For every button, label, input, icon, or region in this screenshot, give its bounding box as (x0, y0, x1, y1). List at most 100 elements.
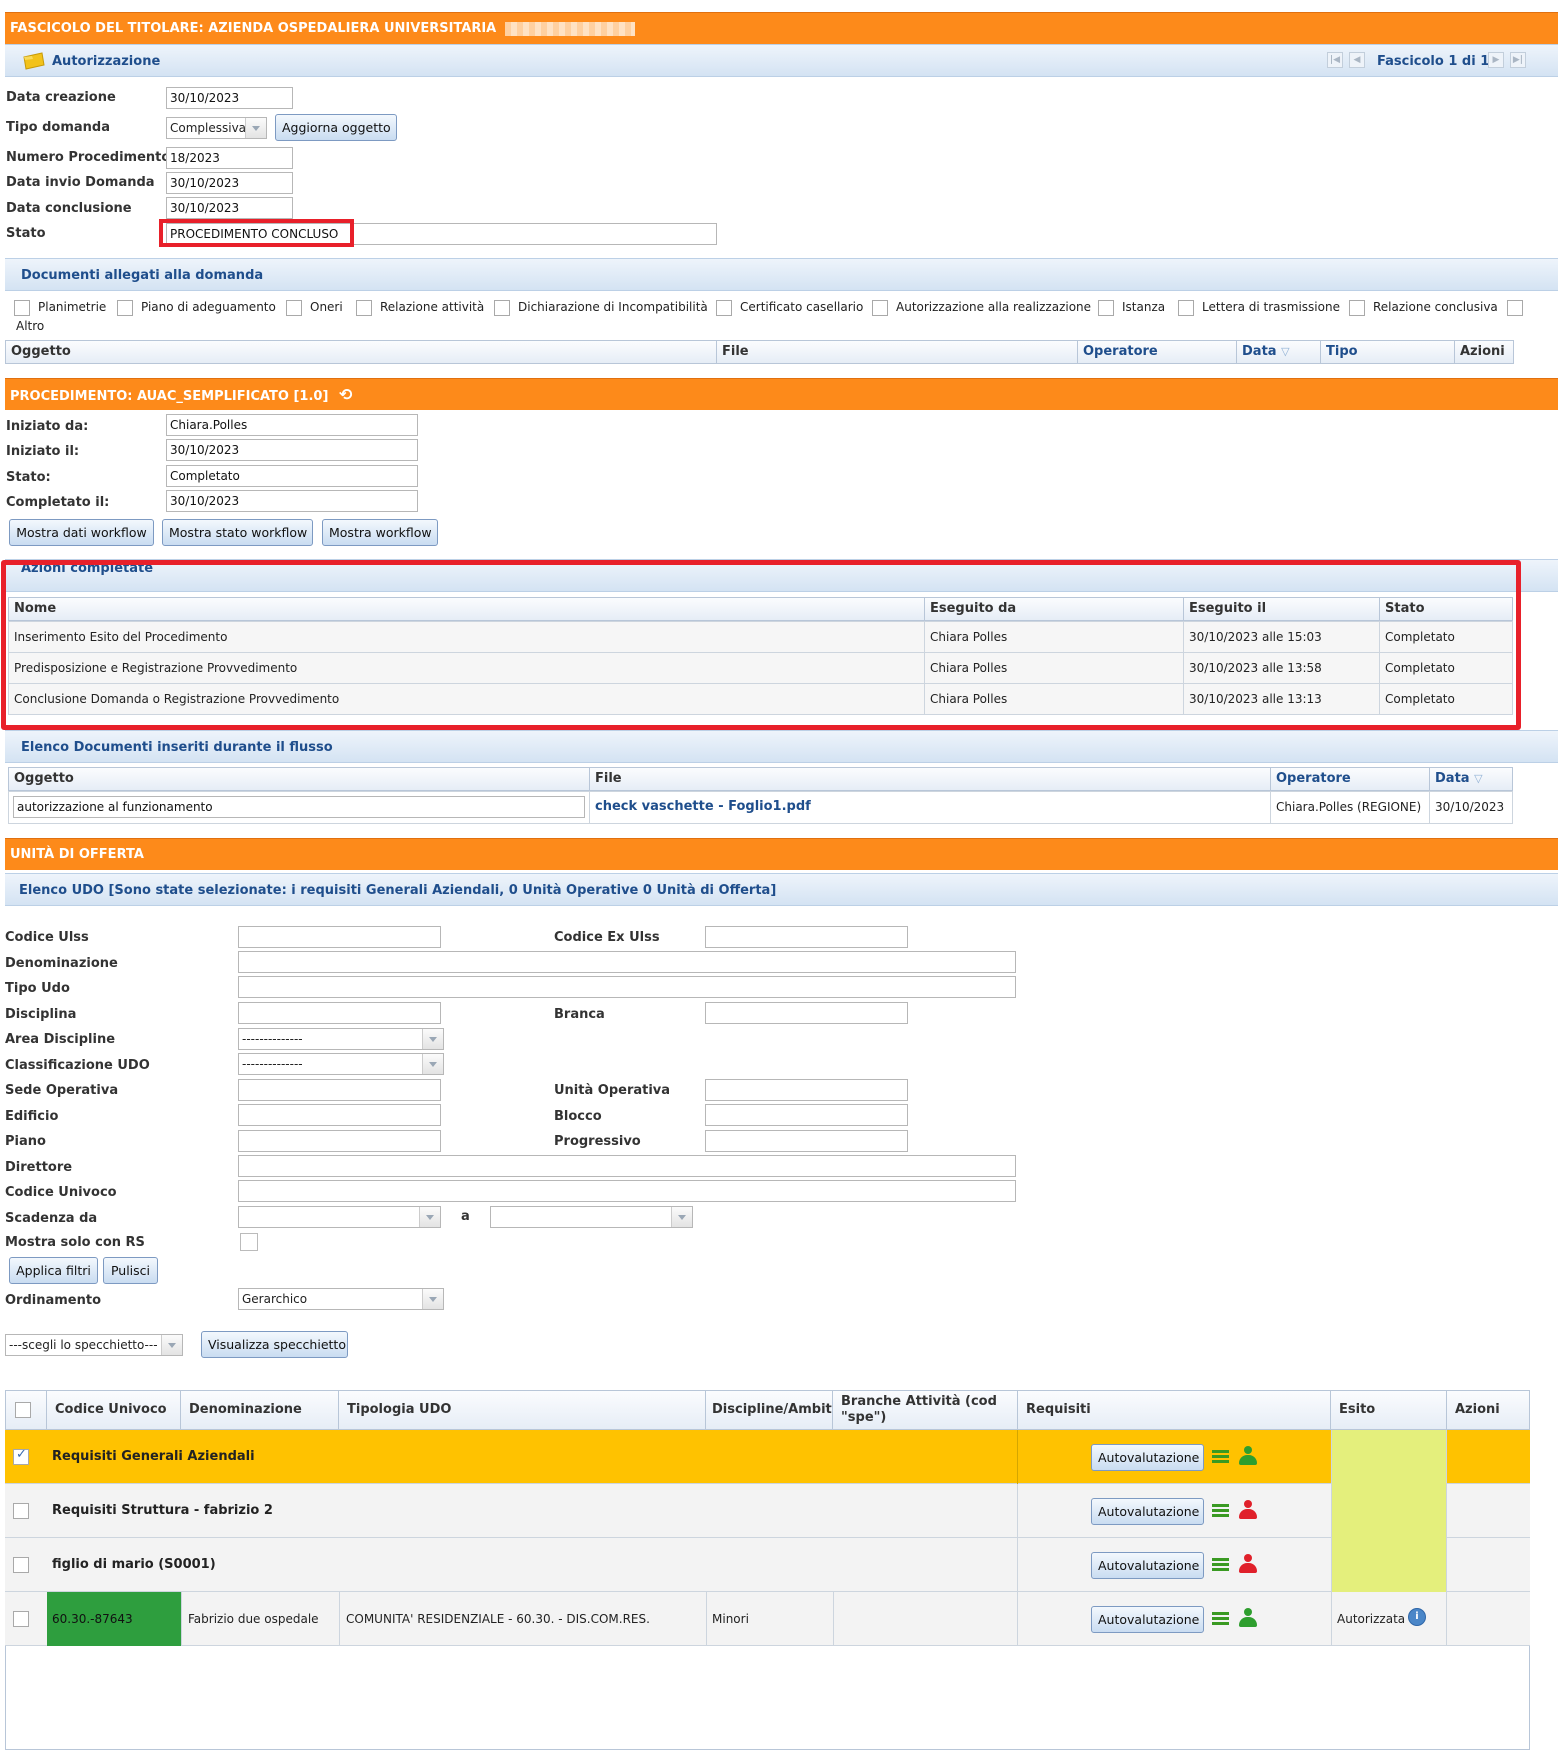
area-discipline-select[interactable]: -------------- (238, 1028, 444, 1050)
checkbox-lettera[interactable] (1178, 300, 1194, 316)
checkbox-oneri[interactable] (286, 300, 302, 316)
col-data[interactable]: Data ▽ (1236, 340, 1321, 364)
autovalutazione-button[interactable]: Autovalutazione (1091, 1444, 1204, 1471)
last-page-icon[interactable]: ▶| (1510, 52, 1526, 68)
classificazione-label: Classificazione UDO (5, 1058, 150, 1073)
scadenza-da-select[interactable] (238, 1206, 441, 1228)
progressivo-input[interactable] (705, 1130, 908, 1152)
blocco-input[interactable] (705, 1104, 908, 1126)
disciplina-input[interactable] (238, 1002, 441, 1024)
checkbox-label: Piano di adeguamento (141, 300, 276, 314)
udo-row[interactable] (5, 1538, 1530, 1592)
col-divider (1017, 1430, 1018, 1484)
piano-input[interactable] (238, 1130, 441, 1152)
checkbox-istanza[interactable] (1098, 300, 1114, 316)
proc-stato-field[interactable]: Completato (166, 465, 418, 487)
udo-col-azioni: Azioni (1446, 1390, 1530, 1430)
list-icon[interactable] (1212, 1449, 1229, 1466)
first-page-icon[interactable]: |◀ (1327, 52, 1343, 68)
iniziato-il-field[interactable]: 30/10/2023 (166, 439, 418, 461)
checkbox-relazione[interactable] (356, 300, 372, 316)
specchietto-select[interactable]: ---scegli lo specchietto--- (5, 1334, 183, 1356)
row-checkbox[interactable] (13, 1557, 29, 1573)
user-icon[interactable] (1238, 1608, 1258, 1628)
fascicolo-nav-label: Fascicolo 1 di 1 (1377, 54, 1490, 69)
proc-stato-label: Stato: (6, 470, 51, 485)
udo-esito-cell: Autorizzata i (1331, 1592, 1447, 1646)
codice-ulss-input[interactable] (238, 926, 441, 948)
codice-ex-ulss-input[interactable] (705, 926, 908, 948)
prev-page-icon[interactable]: ◀ (1349, 52, 1365, 68)
procedimento-header: PROCEDIMENTO: AUAC_SEMPLIFICATO [1.0] ⟲ (5, 378, 1558, 410)
col-tipo[interactable]: Tipo (1320, 340, 1455, 364)
autovalutazione-button[interactable]: Autovalutazione (1091, 1552, 1204, 1579)
list-icon[interactable] (1212, 1611, 1229, 1628)
checkbox-label: Relazione attività (380, 300, 485, 314)
solo-rs-checkbox[interactable] (240, 1233, 258, 1251)
elenco-col-data[interactable]: Data ▽ (1429, 767, 1513, 791)
list-icon[interactable] (1212, 1557, 1229, 1574)
visualizza-specchietto-button[interactable]: Visualizza specchietto (201, 1331, 348, 1358)
unita-operativa-input[interactable] (705, 1079, 908, 1101)
iniziato-da-field[interactable]: Chiara.Polles (166, 414, 418, 436)
checkbox-planimetrie[interactable] (14, 300, 30, 316)
checkbox-dichiarazione[interactable] (494, 300, 510, 316)
stato-highlight-box (159, 219, 354, 247)
user-icon[interactable] (1238, 1446, 1258, 1466)
checkbox-relazione-conclusiva[interactable] (1349, 300, 1365, 316)
classificazione-select[interactable]: -------------- (238, 1053, 444, 1075)
aggiorna-oggetto-button[interactable]: Aggiorna oggetto (275, 114, 397, 141)
col-operatore[interactable]: Operatore (1077, 340, 1237, 364)
data-invio-field[interactable]: 30/10/2023 (166, 172, 293, 194)
disciplina-label: Disciplina (5, 1007, 77, 1022)
numero-procedimento-field[interactable]: 18/2023 (166, 147, 293, 169)
mostra-stato-workflow-button[interactable]: Mostra stato workflow (162, 519, 313, 546)
row-checkbox[interactable]: ✓ (13, 1447, 29, 1465)
checkbox-certificato[interactable] (716, 300, 732, 316)
chevron-down-icon (422, 1029, 443, 1049)
pulisci-button[interactable]: Pulisci (103, 1257, 158, 1284)
tipo-domanda-select[interactable]: Complessiva (166, 117, 267, 139)
tipo-udo-input[interactable] (238, 976, 1016, 998)
scadenza-a-label: a (461, 1209, 470, 1224)
direttore-input[interactable] (238, 1155, 1016, 1177)
elenco-oggetto-field[interactable]: autorizzazione al funzionamento (13, 796, 585, 818)
mostra-dati-workflow-button[interactable]: Mostra dati workflow (9, 519, 154, 546)
udo-title: UNITÀ DI OFFERTA (10, 847, 144, 862)
denominazione-label: Denominazione (5, 956, 118, 971)
ordinamento-select[interactable]: Gerarchico (238, 1288, 444, 1310)
checkbox-label: Planimetrie (38, 300, 107, 314)
redacted-name (504, 21, 635, 36)
denominazione-input[interactable] (238, 951, 1016, 973)
row-checkbox[interactable] (13, 1503, 29, 1519)
sede-input[interactable] (238, 1079, 441, 1101)
mostra-workflow-button[interactable]: Mostra workflow (322, 519, 438, 546)
next-page-icon[interactable]: ▶ (1488, 52, 1504, 68)
completato-il-field[interactable]: 30/10/2023 (166, 490, 418, 512)
select-all-checkbox[interactable] (15, 1402, 31, 1418)
udo-col-branche: Branche Attività (cod "spe") (832, 1390, 1018, 1430)
checkbox-autorizzazione-realizzazione[interactable] (872, 300, 888, 316)
data-conclusione-field[interactable]: 30/10/2023 (166, 197, 293, 219)
codice-univoco-input[interactable] (238, 1180, 1016, 1202)
data-creazione-field[interactable]: 30/10/2023 (166, 87, 293, 109)
checkbox-piano[interactable] (117, 300, 133, 316)
user-icon[interactable] (1238, 1554, 1258, 1574)
row-checkbox[interactable] (13, 1611, 29, 1627)
scadenza-a-select[interactable] (490, 1206, 693, 1228)
info-icon[interactable]: i (1408, 1608, 1426, 1626)
autovalutazione-button[interactable]: Autovalutazione (1091, 1606, 1204, 1633)
checkbox-altro[interactable] (1507, 300, 1523, 316)
stato-label: Stato (6, 226, 46, 241)
ordinamento-label: Ordinamento (5, 1293, 102, 1308)
autovalutazione-button[interactable]: Autovalutazione (1091, 1498, 1204, 1525)
direttore-label: Direttore (5, 1160, 73, 1175)
applica-filtri-button[interactable]: Applica filtri (9, 1257, 98, 1284)
refresh-icon[interactable]: ⟲ (339, 385, 352, 404)
branca-input[interactable] (705, 1002, 908, 1024)
elenco-file-link[interactable]: check vaschette - Foglio1.pdf (589, 791, 1271, 824)
edificio-input[interactable] (238, 1104, 441, 1126)
list-icon[interactable] (1212, 1503, 1229, 1520)
user-icon[interactable] (1238, 1500, 1258, 1520)
elenco-col-operatore[interactable]: Operatore (1270, 767, 1430, 791)
